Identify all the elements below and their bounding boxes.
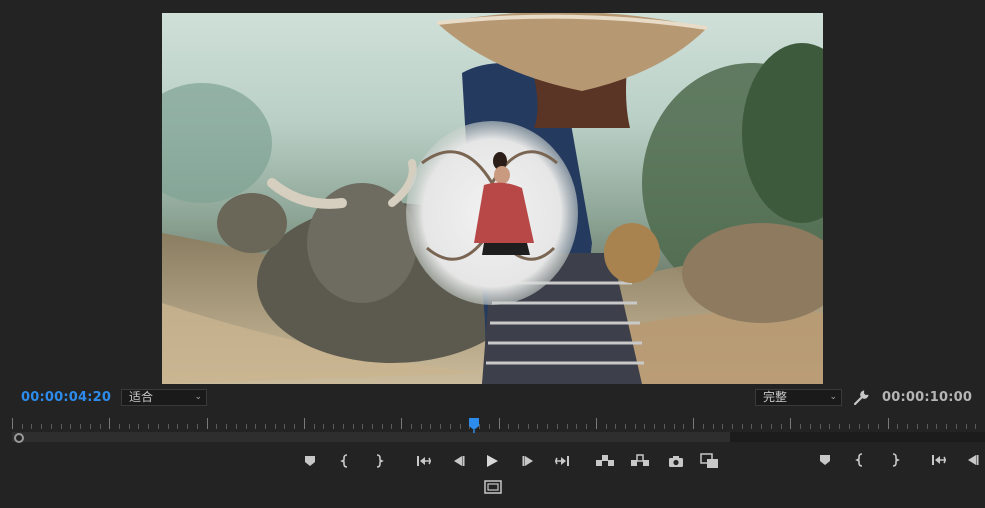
go-to-in-button-right[interactable] [929, 450, 949, 470]
step-back-button[interactable] [448, 451, 468, 471]
step-back-icon [454, 456, 465, 466]
program-monitor [0, 0, 985, 388]
go-to-in-icon [932, 455, 946, 465]
fit-dropdown[interactable]: 适合 ⌄ [121, 389, 207, 406]
chevron-down-icon: ⌄ [829, 392, 837, 402]
camera-icon [669, 455, 683, 467]
extract-icon [631, 454, 649, 466]
playback-resolution-value: 完整 [763, 390, 788, 404]
mark-out-icon [376, 454, 384, 468]
export-frame-button[interactable] [666, 451, 686, 471]
safe-margins-icon [484, 480, 502, 494]
mark-out-button[interactable] [368, 451, 388, 471]
mark-in-icon [855, 453, 863, 467]
marker-icon [820, 455, 830, 465]
mark-in-button-right[interactable] [851, 450, 871, 470]
step-back-icon [968, 455, 979, 465]
mark-out-icon [892, 453, 900, 467]
step-forward-button[interactable] [519, 451, 539, 471]
in-point-handle[interactable] [14, 433, 24, 443]
step-back-button-right[interactable] [962, 450, 982, 470]
add-marker-button[interactable] [300, 451, 320, 471]
work-area-bar [12, 432, 730, 442]
duration-timecode: 00:00:10:00 [882, 390, 973, 405]
play-icon [487, 455, 498, 467]
fit-dropdown-value: 适合 [129, 390, 154, 404]
current-timecode[interactable]: 00:00:04:20 [21, 390, 111, 405]
go-to-out-button[interactable] [552, 451, 572, 471]
extract-button[interactable] [630, 451, 650, 471]
wrench-icon[interactable] [852, 389, 870, 407]
lift-button[interactable] [595, 451, 615, 471]
chevron-down-icon: ⌄ [194, 392, 202, 402]
play-button[interactable] [482, 451, 502, 471]
video-frame-image [162, 13, 823, 384]
scrub-bar[interactable] [12, 432, 985, 442]
go-to-in-button[interactable] [414, 451, 434, 471]
lift-icon [596, 455, 614, 466]
mark-in-button[interactable] [336, 451, 356, 471]
time-ruler[interactable] [12, 416, 985, 430]
mark-in-icon [340, 454, 348, 468]
go-to-out-icon [555, 456, 569, 466]
safe-margins-button[interactable] [483, 477, 503, 497]
comparison-view-icon [700, 453, 718, 468]
go-to-in-icon [417, 456, 431, 466]
playback-resolution-dropdown[interactable]: 完整 ⌄ [755, 389, 842, 406]
viewer-toolbar: 00:00:04:20 适合 ⌄ 完整 ⌄ 00:00:10:00 [0, 388, 985, 408]
step-forward-icon [522, 456, 533, 466]
playhead[interactable] [467, 417, 481, 433]
video-frame[interactable] [162, 13, 823, 384]
mark-out-button-right[interactable] [884, 450, 904, 470]
add-marker-button-right[interactable] [815, 450, 835, 470]
comparison-view-button[interactable] [700, 451, 720, 471]
marker-icon [305, 456, 315, 466]
